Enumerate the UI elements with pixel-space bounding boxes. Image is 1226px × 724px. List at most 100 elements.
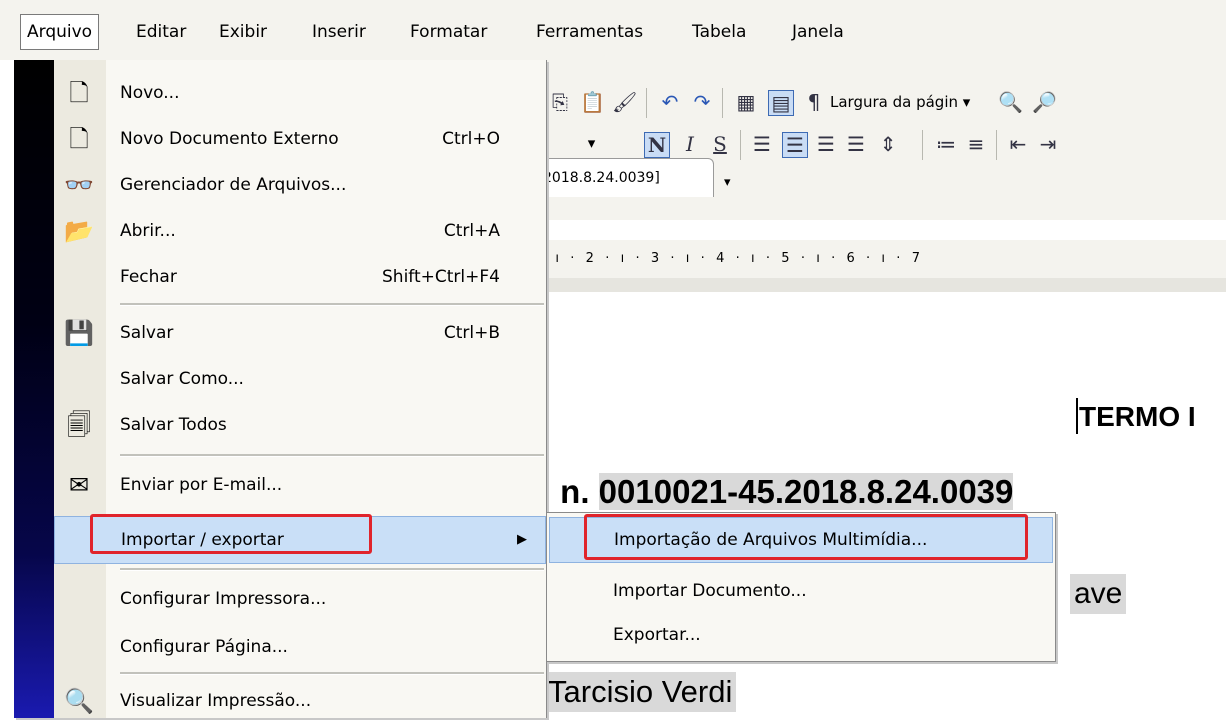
menu-exibir-label: Exibir [219,22,268,42]
style-select-arrow: ▾ [724,175,731,190]
menu-item-visualizar-impressao[interactable]: 🔍 Visualizar Impressão... [54,678,544,724]
menu-editar[interactable]: Editar [130,15,192,49]
blank-page-icon: 🗋 [69,125,89,153]
menu-item-importar-exportar-label: Importar / exportar [121,530,284,550]
menu-exibir[interactable]: Exibir [213,15,273,49]
zoom-select-value: Largura da págin [830,93,958,111]
justify-icon[interactable]: ☰ [844,132,868,156]
menu-item-configurar-impressora-label: Configurar Impressora... [120,589,327,609]
menu-item-novo-documento-externo[interactable]: 🗋 Novo Documento Externo Ctrl+O [54,116,544,162]
menu-item-abrir-label: Abrir... [120,221,176,241]
menu-item-importar-exportar[interactable]: Importar / exportar ▶ [54,516,546,564]
table-icon[interactable]: ▦ [734,90,758,114]
numbered-list-icon[interactable]: ≡ [964,132,988,156]
import-export-submenu: Importação de Arquivos Multimídia... Imp… [546,512,1056,662]
menu-item-novo-documento-externo-label: Novo Documento Externo [120,129,339,149]
align-center-icon[interactable]: ☰ [782,132,808,158]
menu-inserir-label: Inserir [312,22,366,42]
menu-item-shortcut: Ctrl+O [442,129,500,149]
submenu-item-exportar[interactable]: Exportar... [549,613,1051,657]
menu-formatar[interactable]: Formatar [404,15,493,49]
menu-item-fechar[interactable]: Fechar Shift+Ctrl+F4 [54,254,544,300]
chave-text: ave [1070,574,1127,614]
pilcrow-icon[interactable]: ¶ [802,90,826,114]
menu-item-enviar-email[interactable]: ✉ Enviar por E-mail... [54,462,544,508]
open-folder-icon: 📂 [64,217,94,245]
zoom-in-icon[interactable]: 🔎 [1032,90,1057,114]
zoom-out-icon[interactable]: 🔍 [998,90,1023,114]
redo-icon[interactable]: ↷ [690,90,714,114]
submenu-item-importar-documento-label: Importar Documento... [613,581,807,601]
decrease-indent-icon[interactable]: ⇤ [1006,132,1030,156]
menu-ferramentas[interactable]: Ferramentas [530,15,649,49]
toolbar-separator [740,130,741,160]
menu-item-abrir[interactable]: 📂 Abrir... Ctrl+A [54,208,544,254]
underline-button[interactable]: S [708,132,732,156]
ruler-text: · ı · 2 · ı · 3 · ı · 4 · ı · 5 · ı · 6 … [540,251,921,266]
menu-item-gerenciador-arquivos-label: Gerenciador de Arquivos... [120,175,347,195]
bold-button[interactable]: N [644,132,670,158]
menu-item-configurar-pagina[interactable]: Configurar Página... [54,624,544,670]
increase-indent-icon[interactable]: ⇥ [1036,132,1060,156]
menu-tabela[interactable]: Tabela [686,15,752,49]
format-brush-icon[interactable]: 🖌 [612,90,637,114]
menu-item-fechar-label: Fechar [120,267,177,287]
line-spacing-icon[interactable]: ⇕ [876,132,900,156]
menu-ferramentas-label: Ferramentas [536,22,644,42]
name-text: Tarcisio Verdi [544,672,737,712]
menu-janela-label: Janela [792,22,844,42]
menu-item-configurar-impressora[interactable]: Configurar Impressora... [54,576,544,622]
email-icon: ✉ [68,471,90,499]
menu-item-gerenciador-arquivos[interactable]: 👓 Gerenciador de Arquivos... [54,162,544,208]
font-size-select[interactable]: 0 ▾ [540,131,610,155]
menu-item-enviar-email-label: Enviar por E-mail... [120,475,283,495]
align-right-icon[interactable]: ☰ [814,132,838,156]
menu-item-salvar-label: Salvar [120,323,174,343]
align-left-icon[interactable]: ☰ [750,132,774,156]
italic-button[interactable]: I [678,132,702,156]
ruler: · ı · 2 · ı · 3 · ı · 4 · ı · 5 · ı · 6 … [540,240,1226,278]
menu-item-salvar-todos-label: Salvar Todos [120,415,227,435]
zoom-select[interactable]: Largura da págin ▾ [830,89,970,115]
menu-item-salvar-como-label: Salvar Como... [120,369,244,389]
menu-separator [120,303,544,306]
menu-item-shortcut: Ctrl+B [443,323,500,343]
toolbar-row-standard: ⎘ 📋 🖌 ↶ ↷ ▦ ▤ ¶ Largura da págin ▾ 🔍 🔎 [540,82,1226,122]
bullet-list-icon[interactable]: ≔ [934,132,958,156]
menu-bar: Arquivo Editar Exibir Inserir Formatar F… [0,0,1226,60]
paste-icon[interactable]: 📋 [580,90,605,114]
copy-icon[interactable]: ⎘ [548,90,572,114]
submenu-item-importacao-multimidia[interactable]: Importação de Arquivos Multimídia... [549,517,1053,563]
menu-item-shortcut: Ctrl+A [443,221,500,241]
menu-item-salvar-como[interactable]: Salvar Como... [54,356,544,402]
process-number: 0010021-45.2018.8.24.0039 [598,473,1014,510]
ruler-border [540,278,1226,292]
menu-item-configurar-pagina-label: Configurar Página... [120,637,288,657]
menu-item-salvar-todos[interactable]: 🗐 Salvar Todos [54,402,544,448]
menu-separator [120,568,544,571]
process-number-line: ; n. 0010021-45.2018.8.24.0039 [540,472,1014,512]
menu-janela[interactable]: Janela [786,15,850,49]
layout-view-icon[interactable]: ▤ [768,90,794,116]
document-tab-label: 2018.8.24.0039] [543,170,660,186]
menu-tabela-label: Tabela [692,22,747,42]
save-all-icon: 🗐 [67,411,91,439]
floppy-disk-icon: 💾 [64,319,94,347]
menu-inserir[interactable]: Inserir [306,15,372,49]
document-tab[interactable]: 2018.8.24.0039] [540,158,714,197]
menu-arquivo[interactable]: Arquivo [20,14,100,50]
menu-item-novo[interactable]: 🗋 Novo... [54,70,544,116]
submenu-arrow-icon: ▶ [517,532,527,547]
menu-item-salvar[interactable]: 💾 Salvar Ctrl+B [54,310,544,356]
file-menu: 🗋 Novo... 🗋 Novo Documento Externo Ctrl+… [14,60,547,718]
toolbar-separator [722,88,723,118]
print-preview-icon: 🔍 [64,687,94,715]
undo-icon[interactable]: ↶ [658,90,682,114]
menu-editar-label: Editar [136,22,187,42]
menu-item-novo-label: Novo... [120,83,180,103]
process-prefix: ; n. [540,473,599,510]
menu-item-shortcut: Shift+Ctrl+F4 [382,267,500,287]
submenu-item-importacao-multimidia-label: Importação de Arquivos Multimídia... [614,530,928,550]
menu-separator [120,454,544,457]
submenu-item-importar-documento[interactable]: Importar Documento... [549,569,1051,613]
